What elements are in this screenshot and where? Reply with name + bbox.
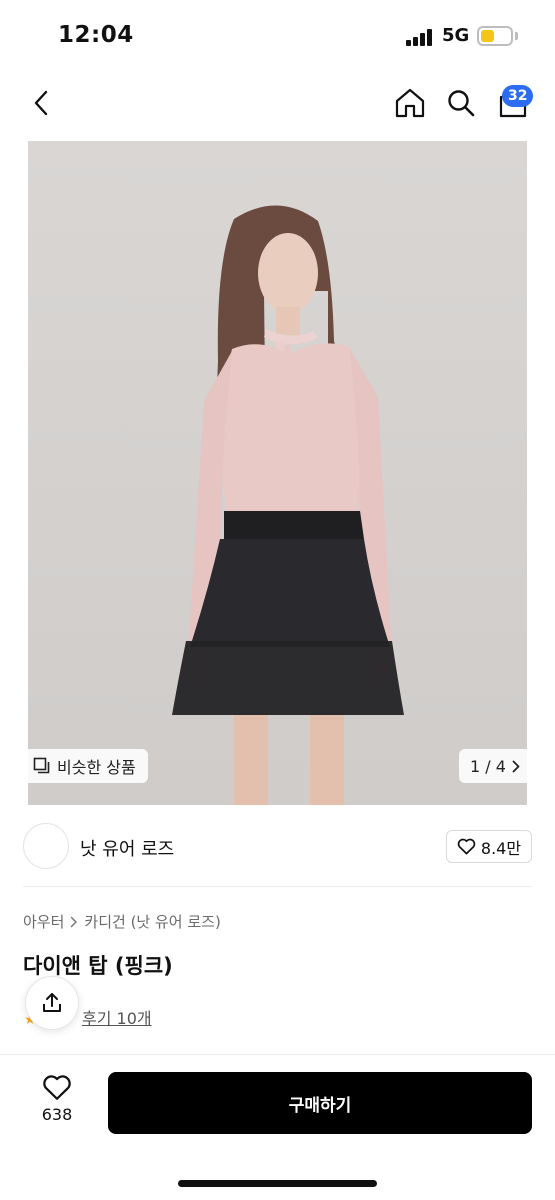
home-indicator: [178, 1180, 377, 1187]
cart-count-badge: 32: [502, 85, 534, 107]
image-page-indicator[interactable]: 1 / 4: [459, 749, 531, 783]
battery-tip: [515, 32, 518, 40]
wishlist-button[interactable]: 638: [30, 1074, 84, 1132]
heart-icon: [457, 838, 476, 855]
top-navigation: [0, 76, 555, 132]
product-image[interactable]: [28, 141, 527, 805]
home-button[interactable]: [391, 84, 429, 122]
breadcrumb-category[interactable]: 아우터: [23, 911, 64, 932]
brand-logo[interactable]: [23, 823, 69, 869]
chevron-right-icon: [512, 760, 520, 772]
wishlist-count: 638: [41, 1105, 73, 1124]
search-button[interactable]: [443, 84, 479, 122]
heart-icon: [43, 1075, 71, 1100]
chevron-left-icon: [34, 90, 48, 116]
status-time: 12:04: [58, 22, 134, 48]
chevron-right-icon: [71, 916, 78, 927]
network-label: 5G: [442, 25, 470, 46]
similar-products-button[interactable]: 비슷한 상품: [23, 749, 148, 783]
share-button[interactable]: [25, 976, 79, 1030]
product-photo: [28, 141, 527, 805]
similar-products-label: 비슷한 상품: [57, 758, 136, 777]
page-indicator-text: 1 / 4: [470, 756, 506, 776]
breadcrumb: 아우터 카디건 (낫 유어 로즈): [23, 911, 221, 932]
brand-row[interactable]: 낫 유어 로즈 8.4만: [0, 818, 555, 876]
signal-icon: [406, 29, 434, 46]
review-link[interactable]: 후기 10개: [82, 1005, 152, 1029]
divider: [23, 886, 532, 887]
home-icon: [395, 88, 425, 118]
back-button[interactable]: [24, 86, 58, 120]
brand-like-count: 8.4만: [480, 838, 522, 858]
brand-like-button[interactable]: 8.4만: [446, 830, 532, 863]
battery-icon: [477, 26, 513, 46]
search-icon: [448, 90, 475, 117]
status-bar: 12:04 5G: [0, 0, 555, 70]
buy-button[interactable]: 구매하기: [108, 1072, 532, 1134]
share-icon: [43, 993, 61, 1012]
divider: [0, 1054, 555, 1055]
similar-items-icon: [33, 757, 50, 774]
brand-name[interactable]: 낫 유어 로즈: [80, 835, 174, 861]
product-title: 다이앤 탑 (핑크): [23, 954, 173, 978]
breadcrumb-subcategory[interactable]: 카디건 (낫 유어 로즈): [84, 911, 220, 932]
